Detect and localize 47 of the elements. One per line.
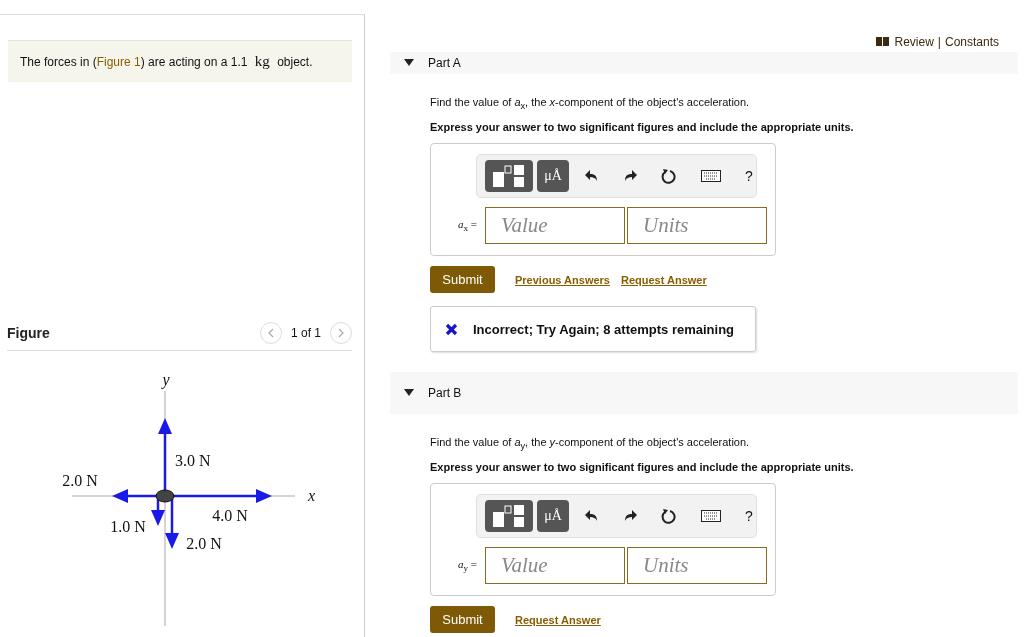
units-field[interactable]: Units — [627, 547, 767, 585]
template-button[interactable] — [485, 500, 533, 533]
reset-icon[interactable] — [661, 508, 677, 525]
keyboard-icon[interactable] — [701, 510, 721, 523]
instruction-text: Express your answer to two significant figures and include the appropriate units. — [430, 461, 855, 474]
submit-button[interactable]: Submit — [430, 266, 495, 294]
units-field[interactable]: Units — [627, 207, 767, 245]
cross-icon — [445, 322, 458, 336]
force-label: 3.0 N — [175, 452, 211, 469]
keyboard-icon[interactable] — [701, 170, 721, 183]
figure-pager: 1 of 1 — [290, 326, 321, 340]
variable-label: a$_{x}$ = — [456, 218, 478, 234]
variable-label: a$_{y}$ = — [456, 558, 478, 574]
units-button[interactable]: μÅ — [537, 500, 569, 533]
part-header[interactable]: Part B — [390, 372, 1018, 415]
submit-button[interactable]: Submit — [430, 606, 495, 634]
x-axis-label: x — [308, 487, 316, 504]
link-separator: | — [937, 34, 941, 49]
answer-link[interactable]: Previous Answers — [515, 273, 610, 286]
reset-icon[interactable] — [661, 168, 677, 185]
y-axis-label: y — [162, 371, 170, 388]
question-text: Find the value of a$_{y}$, the y-component of the object's acceleration. — [430, 436, 751, 452]
value-field[interactable]: Value — [485, 207, 625, 245]
object-dot — [155, 489, 175, 503]
answer-link[interactable]: Request Answer — [620, 273, 707, 286]
force-label: 4.0 N — [212, 507, 248, 524]
constants-link[interactable]: Constants — [944, 34, 999, 49]
force-label: 2.0 N — [186, 535, 222, 552]
feedback-text: Incorrect; Try Again; 8 attempts remaining — [473, 321, 735, 337]
force-label: 1.0 N — [110, 518, 146, 535]
answer-link[interactable]: Request Answer — [515, 613, 601, 626]
question-text: Find the value of a$_{x}$, the x-component of the object's acceleration. — [430, 96, 751, 112]
value-field[interactable]: Value — [485, 547, 625, 585]
book-icon — [876, 37, 891, 46]
chevron-right-icon — [337, 328, 345, 338]
help-button[interactable]: ? — [745, 168, 753, 185]
units-button[interactable]: μÅ — [537, 160, 569, 193]
figure-heading: Figure — [7, 325, 50, 341]
instruction-text: Express your answer to two significant figures and include the appropriate units. — [430, 121, 855, 134]
template-button[interactable] — [485, 160, 533, 193]
figure-link[interactable]: Figure 1 — [96, 55, 141, 69]
problem-statement: The forces in (Figure 1) are acting on a 1.1 kg object. — [8, 40, 352, 82]
chevron-left-icon — [266, 328, 275, 338]
help-button[interactable]: ? — [745, 508, 753, 525]
part-header[interactable]: Part A — [390, 52, 1018, 74]
review-link[interactable]: Review — [894, 34, 934, 49]
force-label: 2.0 N — [62, 472, 98, 489]
